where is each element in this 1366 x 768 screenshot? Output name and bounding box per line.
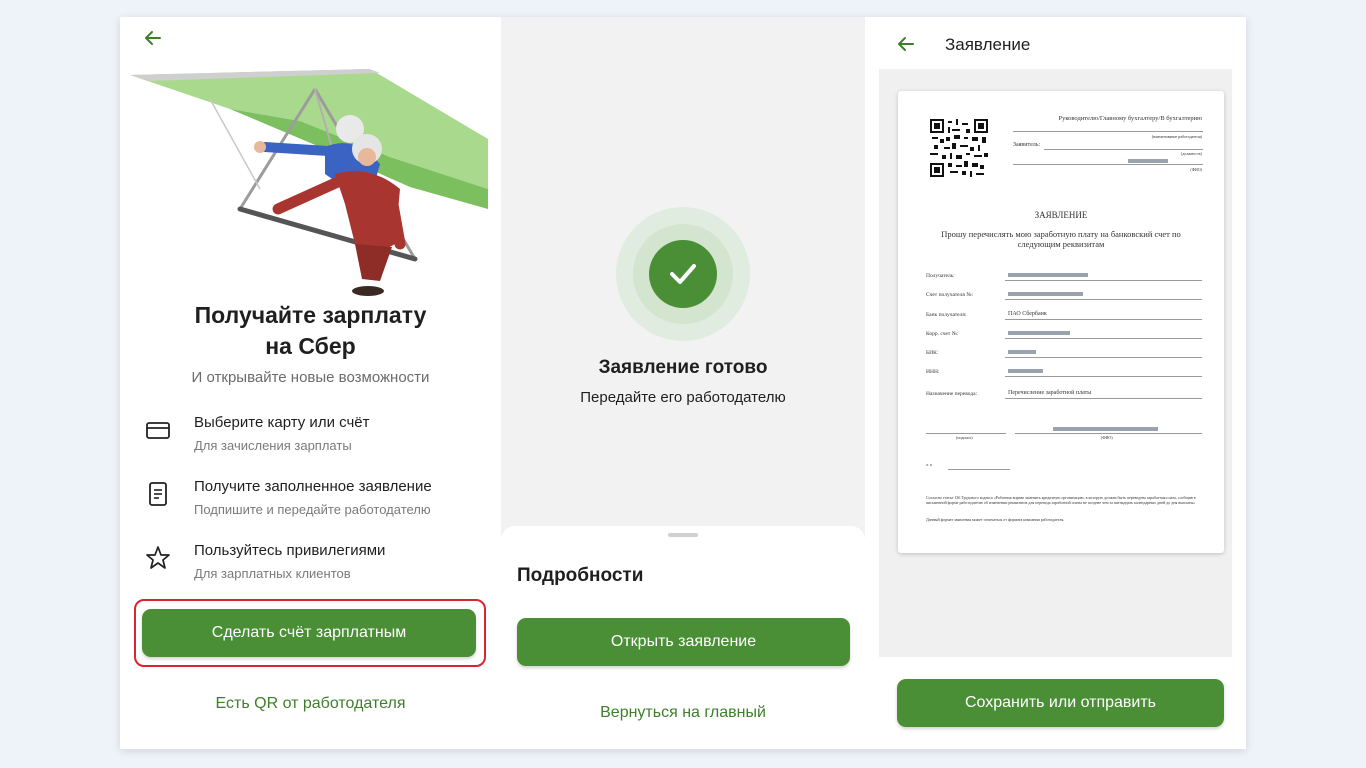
redacted-text [1008,331,1070,335]
qr-code-image [930,119,988,177]
details-bottom-sheet: Подробности Открыть заявление Вернуться … [501,526,865,749]
doc-line [1013,164,1203,165]
doc-line [1005,376,1202,377]
feature-subtitle: Для зарплатных клиентов [194,566,351,581]
doc-applicant-label: Заявитель: [1013,142,1041,148]
arrow-left-icon[interactable] [142,27,164,49]
doc-caption: (ФИО) [1101,435,1113,440]
doc-line [1013,131,1203,132]
screenshot-frame: Получайте зарплату на Сбер И открывайте … [120,17,1246,749]
doc-row-label: Получатель: [926,273,955,279]
header-title: Заявление [945,35,1031,54]
doc-caption: (ФИО) [1190,167,1202,172]
star-icon [146,546,170,569]
doc-caption: (подпись) [956,435,973,440]
feature-subtitle: Для зачисления зарплаты [194,438,352,453]
feature-title: Выберите карту или счёт [194,414,370,431]
doc-row-label: Банк получателя: [926,312,967,318]
page-subtitle: И открывайте новые возможности [191,369,430,386]
redacted-text [1008,292,1083,296]
sheet-drag-handle[interactable] [668,533,698,537]
doc-request-line: следующим реквизитам [1017,239,1105,249]
doc-row-value: Перечисление заработной платы [1008,390,1092,396]
redacted-text [1128,159,1168,163]
doc-line [1044,149,1203,150]
application-ready-screen: Заявление готово Передайте его работодат… [501,17,865,749]
document-viewer: Руководителю/Главному бухгалтеру/В бухга… [879,69,1232,657]
check-icon [670,264,696,284]
doc-row-value: ПАО Сбербанк [1008,311,1047,317]
doc-heading: ЗАЯВЛЕНИЕ [1034,210,1088,220]
employer-qr-link[interactable]: Есть QR от работодателя [120,695,501,713]
date-line [948,469,1010,470]
feature-item-document: Получите заполненное заявление Подпишите… [144,478,484,528]
page-title: Получайте зарплату на Сбер [120,300,501,362]
doc-line [1005,338,1202,339]
title-line-2: на Сбер [265,333,356,359]
redacted-text [1053,427,1158,431]
doc-row-label: Корр. счет №: [926,331,959,337]
redacted-text [1008,369,1043,373]
doc-caption: (должность) [1181,151,1202,156]
fio-line [1015,433,1202,434]
document-icon [149,482,167,506]
redacted-text [1008,273,1088,277]
doc-request-line: Прошу перечислять мою заработную плату н… [941,229,1181,239]
doc-caption: (наименование работодателя) [1151,134,1202,139]
title-line-1: Получайте зарплату [194,302,427,328]
doc-footnote: Согласно статье 136 Трудового кодекса «Р… [926,495,1196,505]
doc-row-label: ИНН: [926,369,940,375]
signature-line [926,433,1006,434]
redacted-text [1008,350,1036,354]
feature-item-privileges: Пользуйтесь привилегиями Для зарплатных … [144,542,484,592]
feature-title: Получите заполненное заявление [194,478,432,495]
doc-row-label: БИК: [926,350,939,356]
application-document: Руководителю/Главному бухгалтеру/В бухга… [898,91,1224,553]
doc-addressee: Руководителю/Главному бухгалтеру/В бухга… [1058,115,1202,122]
doc-line [1005,398,1202,399]
feature-title: Пользуйтесь привилегиями [194,542,386,559]
doc-line [1005,299,1202,300]
doc-line [1005,319,1202,320]
card-icon [146,422,170,439]
doc-footnote: Данный формат заявления может отличаться… [926,517,1065,522]
arrow-left-icon[interactable] [895,33,917,55]
details-title: Подробности [517,565,644,586]
back-to-main-link[interactable]: Вернуться на главный [501,704,865,722]
hang-glider-illustration [130,69,488,296]
salary-intro-screen: Получайте зарплату на Сбер И открывайте … [120,17,501,749]
make-salary-account-button[interactable]: Сделать счёт зарплатным [142,609,476,657]
feature-item-card: Выберите карту или счёт Для зачисления з… [144,414,484,464]
doc-date: « » [926,463,933,468]
doc-line [1005,357,1202,358]
status-subtitle: Передайте его работодателю [580,389,786,406]
open-application-button[interactable]: Открыть заявление [517,618,850,666]
feature-subtitle: Подпишите и передайте работодателю [194,502,431,517]
doc-line [1005,280,1202,281]
doc-row-label: Назначение перевода: [926,391,978,397]
status-title: Заявление готово [598,357,768,378]
doc-row-label: Счет получателя №: [926,292,974,298]
application-preview-screen: Заявление Руководителю/Главному бухгалте… [865,17,1246,749]
save-or-send-button[interactable]: Сохранить или отправить [897,679,1224,727]
